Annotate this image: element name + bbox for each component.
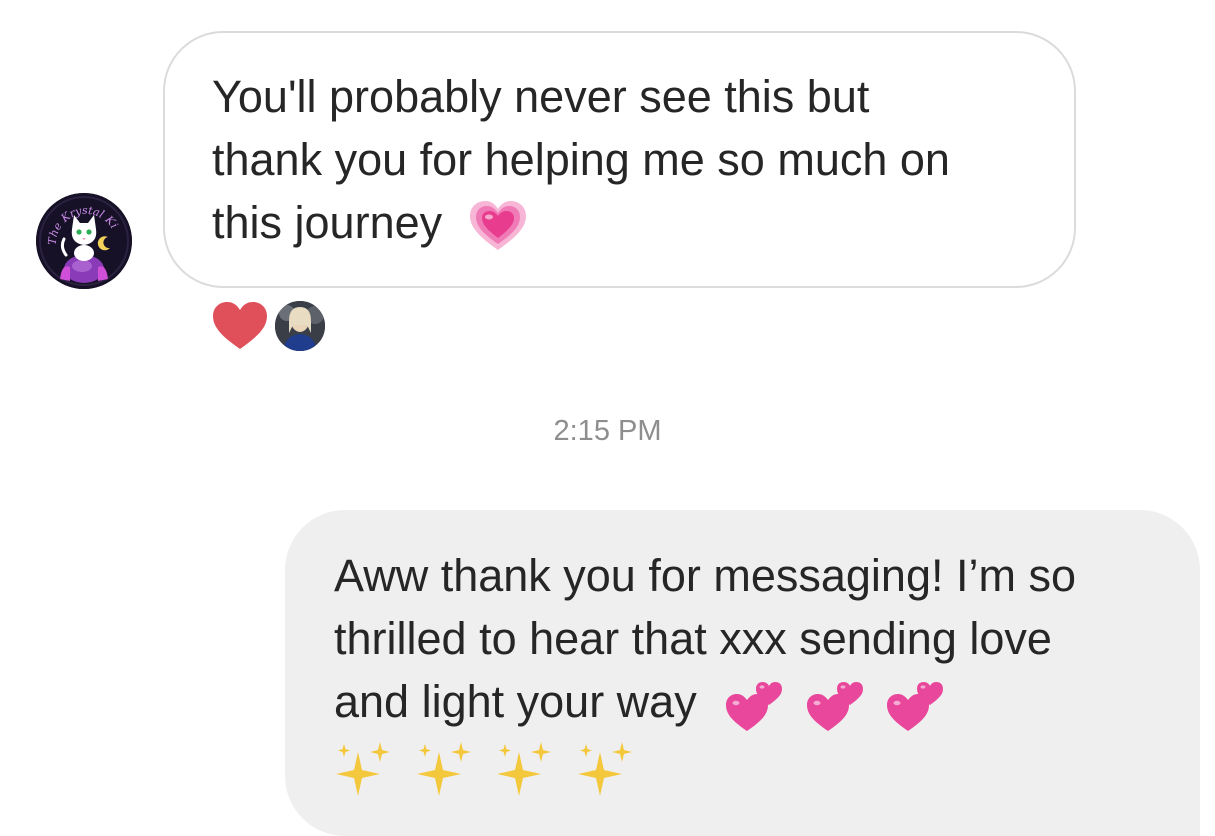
reactor-avatar[interactable] bbox=[272, 298, 328, 354]
sender-avatar[interactable]: The Krystal Kitty bbox=[36, 193, 132, 289]
sparkles-icon bbox=[495, 740, 555, 797]
message-line: Aww thank you for messaging! I’m so bbox=[334, 550, 1076, 601]
outgoing-message-bubble[interactable]: Aww thank you for messaging! I’m so thri… bbox=[285, 510, 1200, 836]
two-hearts-icon bbox=[886, 677, 944, 733]
two-hearts-icon bbox=[806, 677, 864, 733]
message-line: thrilled to hear that xxx sending love bbox=[334, 613, 1052, 664]
message-line: thank you for helping me so much on bbox=[212, 134, 950, 185]
incoming-message-bubble[interactable]: You'll probably never see this but thank… bbox=[163, 31, 1076, 288]
message-line-text: this journey bbox=[212, 197, 443, 248]
sparkles-icon bbox=[334, 740, 394, 797]
crystal-kitty-logo-icon: The Krystal Kitty bbox=[36, 193, 132, 289]
message-line-text: and light your way bbox=[334, 676, 697, 727]
sparkles-icon bbox=[415, 740, 475, 797]
user-avatar-icon bbox=[275, 301, 325, 351]
growing-heart-icon bbox=[469, 200, 527, 252]
message-line-with-emoji: this journey bbox=[212, 191, 1028, 254]
two-hearts-icon bbox=[725, 677, 783, 733]
message-line: You'll probably never see this but bbox=[212, 71, 870, 122]
sparkles-line bbox=[334, 733, 1160, 797]
message-timestamp: 2:15 PM bbox=[553, 415, 662, 447]
message-line-with-emoji: and light your way bbox=[334, 670, 1160, 733]
sparkles-icon bbox=[576, 740, 636, 797]
red-heart-icon bbox=[212, 301, 268, 356]
